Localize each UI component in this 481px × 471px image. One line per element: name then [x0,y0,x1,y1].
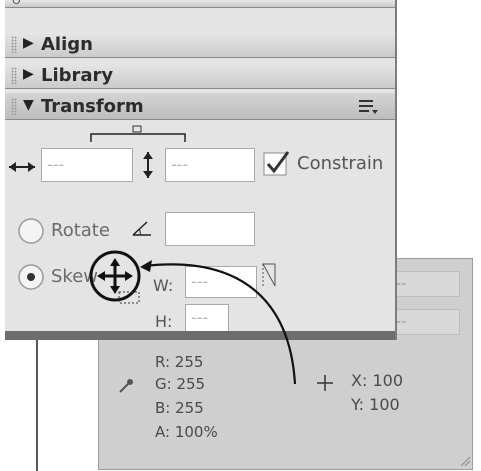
callout-overlay [36,250,297,471]
